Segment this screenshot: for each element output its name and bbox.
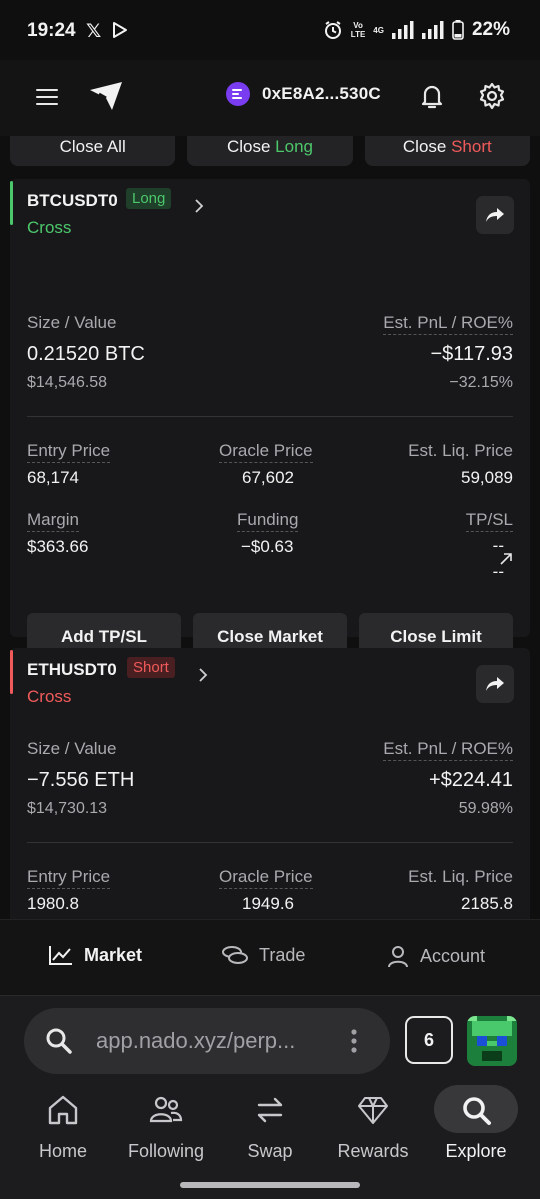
oracle-price: 67,602	[242, 468, 294, 487]
play-store-icon	[113, 22, 127, 38]
chart-line-icon	[49, 946, 72, 965]
pnl-value: +$224.41	[429, 769, 513, 791]
browser-toolbar: app.nado.xyz/perp... 6	[0, 995, 540, 1085]
bnav-rewards[interactable]: Rewards	[321, 1085, 425, 1169]
bnav-following[interactable]: Following	[114, 1085, 218, 1169]
tabs-button[interactable]: 6	[405, 1016, 453, 1064]
funding-label: Funding	[237, 510, 299, 532]
app-bottom-nav: Market Trade Account	[0, 919, 540, 995]
app-header: 0xE8A2...530C	[0, 60, 540, 136]
entry-price-label: Entry Price	[27, 441, 111, 463]
browser-bottom-nav: Home Following Swap Rewards Explore	[0, 1085, 540, 1199]
short-accent-bar	[10, 650, 13, 694]
share-button[interactable]	[476, 665, 514, 703]
liq-price-label: Est. Liq. Price	[408, 867, 513, 886]
share-icon	[486, 208, 504, 222]
close-all-button[interactable]: Close All	[10, 136, 176, 166]
more-vertical-icon[interactable]	[350, 1028, 358, 1054]
position-card-eth: ETHUSDT0 Short Cross Size / Value −7.556…	[10, 648, 530, 919]
size-value-label: Size / Value	[27, 313, 117, 332]
oracle-price-label: Oracle Price	[219, 441, 313, 463]
diamond-icon	[358, 1097, 388, 1124]
position-symbol: BTCUSDT0	[27, 191, 118, 210]
status-time: 19:24	[27, 20, 76, 41]
position-card-btc: BTCUSDT0 Long Cross Size / Value 0.21520…	[10, 179, 530, 661]
share-icon	[486, 677, 504, 691]
pnl-roe-label: Est. PnL / ROE%	[383, 739, 513, 761]
position-value: $14,546.58	[27, 374, 108, 391]
coins-icon	[222, 946, 248, 964]
close-short-button[interactable]: Close Short	[364, 136, 530, 166]
chevron-right-icon[interactable]	[192, 199, 206, 213]
side-badge: Short	[127, 657, 175, 678]
alarm-icon	[324, 21, 341, 39]
pnl-value: −$117.93	[430, 343, 514, 365]
position-symbol: ETHUSDT0	[27, 660, 117, 679]
wallet-avatar	[226, 82, 250, 106]
nav-account[interactable]: Account	[386, 944, 485, 968]
bnav-explore[interactable]: Explore	[424, 1085, 528, 1169]
margin-value: $363.66	[27, 537, 89, 556]
chevron-right-icon[interactable]	[196, 668, 210, 682]
liq-price: 2185.8	[461, 894, 513, 913]
nav-trade[interactable]: Trade	[221, 944, 305, 966]
long-accent-bar	[10, 181, 13, 225]
menu-button[interactable]	[33, 83, 61, 111]
roe-value: −32.15%	[449, 374, 513, 391]
position-size: 0.21520 BTC	[27, 343, 145, 365]
people-icon	[149, 1096, 183, 1123]
entry-price: 68,174	[27, 468, 79, 487]
size-value-label: Size / Value	[27, 739, 117, 758]
funding-value: −$0.63	[241, 537, 294, 556]
close-long-button[interactable]: Close Long	[187, 136, 353, 166]
signal-icon	[391, 21, 414, 39]
home-icon	[48, 1095, 78, 1125]
nav-market[interactable]: Market	[48, 944, 142, 966]
pnl-roe-label: Est. PnL / ROE%	[383, 313, 513, 335]
close-bar: Close All Close Long Close Short	[10, 136, 530, 166]
profile-avatar-icon[interactable]	[467, 1016, 517, 1066]
status-bar: 19:24 𝕏 Vo LTE 4G 22%	[0, 0, 540, 60]
status-icons: Vo LTE 4G 22%	[323, 19, 510, 41]
entry-price: 1980.8	[27, 894, 79, 913]
position-size: −7.556 ETH	[27, 769, 135, 791]
user-icon	[388, 946, 408, 968]
tpsl-label: TP/SL	[465, 510, 513, 532]
bnav-swap[interactable]: Swap	[218, 1085, 322, 1169]
network-type: 4G	[373, 25, 384, 35]
bell-icon[interactable]	[417, 81, 447, 111]
wallet-button[interactable]: 0xE8A2...530C	[226, 82, 381, 106]
x-logo-icon: 𝕏	[86, 21, 102, 42]
signal-icon-2	[421, 21, 444, 39]
edit-tpsl-arrow-icon[interactable]	[499, 552, 513, 566]
roe-value: 59.98%	[458, 800, 513, 817]
divider	[27, 842, 513, 843]
entry-price-label: Entry Price	[27, 867, 111, 889]
margin-mode: Cross	[27, 218, 72, 237]
volte-indicator: Vo LTE	[350, 21, 366, 39]
search-icon	[46, 1028, 72, 1054]
liq-price: 59,089	[461, 468, 513, 487]
search-icon	[463, 1097, 491, 1125]
nado-logo-icon[interactable]	[86, 76, 126, 116]
bnav-home[interactable]: Home	[11, 1085, 115, 1169]
wallet-address: 0xE8A2...530C	[262, 84, 381, 103]
url-bar[interactable]: app.nado.xyz/perp...	[24, 1008, 390, 1074]
margin-label: Margin	[27, 510, 79, 532]
battery-percent: 22%	[471, 19, 510, 40]
divider	[27, 416, 513, 417]
side-badge: Long	[126, 188, 172, 209]
swap-icon	[257, 1097, 283, 1123]
gear-icon[interactable]	[477, 81, 507, 111]
liq-price-label: Est. Liq. Price	[408, 441, 513, 460]
positions-list: Close All Close Long Close Short BTCUSDT…	[0, 136, 540, 919]
oracle-price: 1949.6	[242, 894, 294, 913]
share-button[interactable]	[476, 196, 514, 234]
oracle-price-label: Oracle Price	[219, 867, 313, 889]
home-indicator[interactable]	[180, 1182, 360, 1188]
battery-icon	[452, 20, 464, 40]
margin-mode: Cross	[27, 687, 72, 706]
url-text: app.nado.xyz/perp...	[96, 1028, 296, 1053]
position-value: $14,730.13	[27, 800, 108, 817]
